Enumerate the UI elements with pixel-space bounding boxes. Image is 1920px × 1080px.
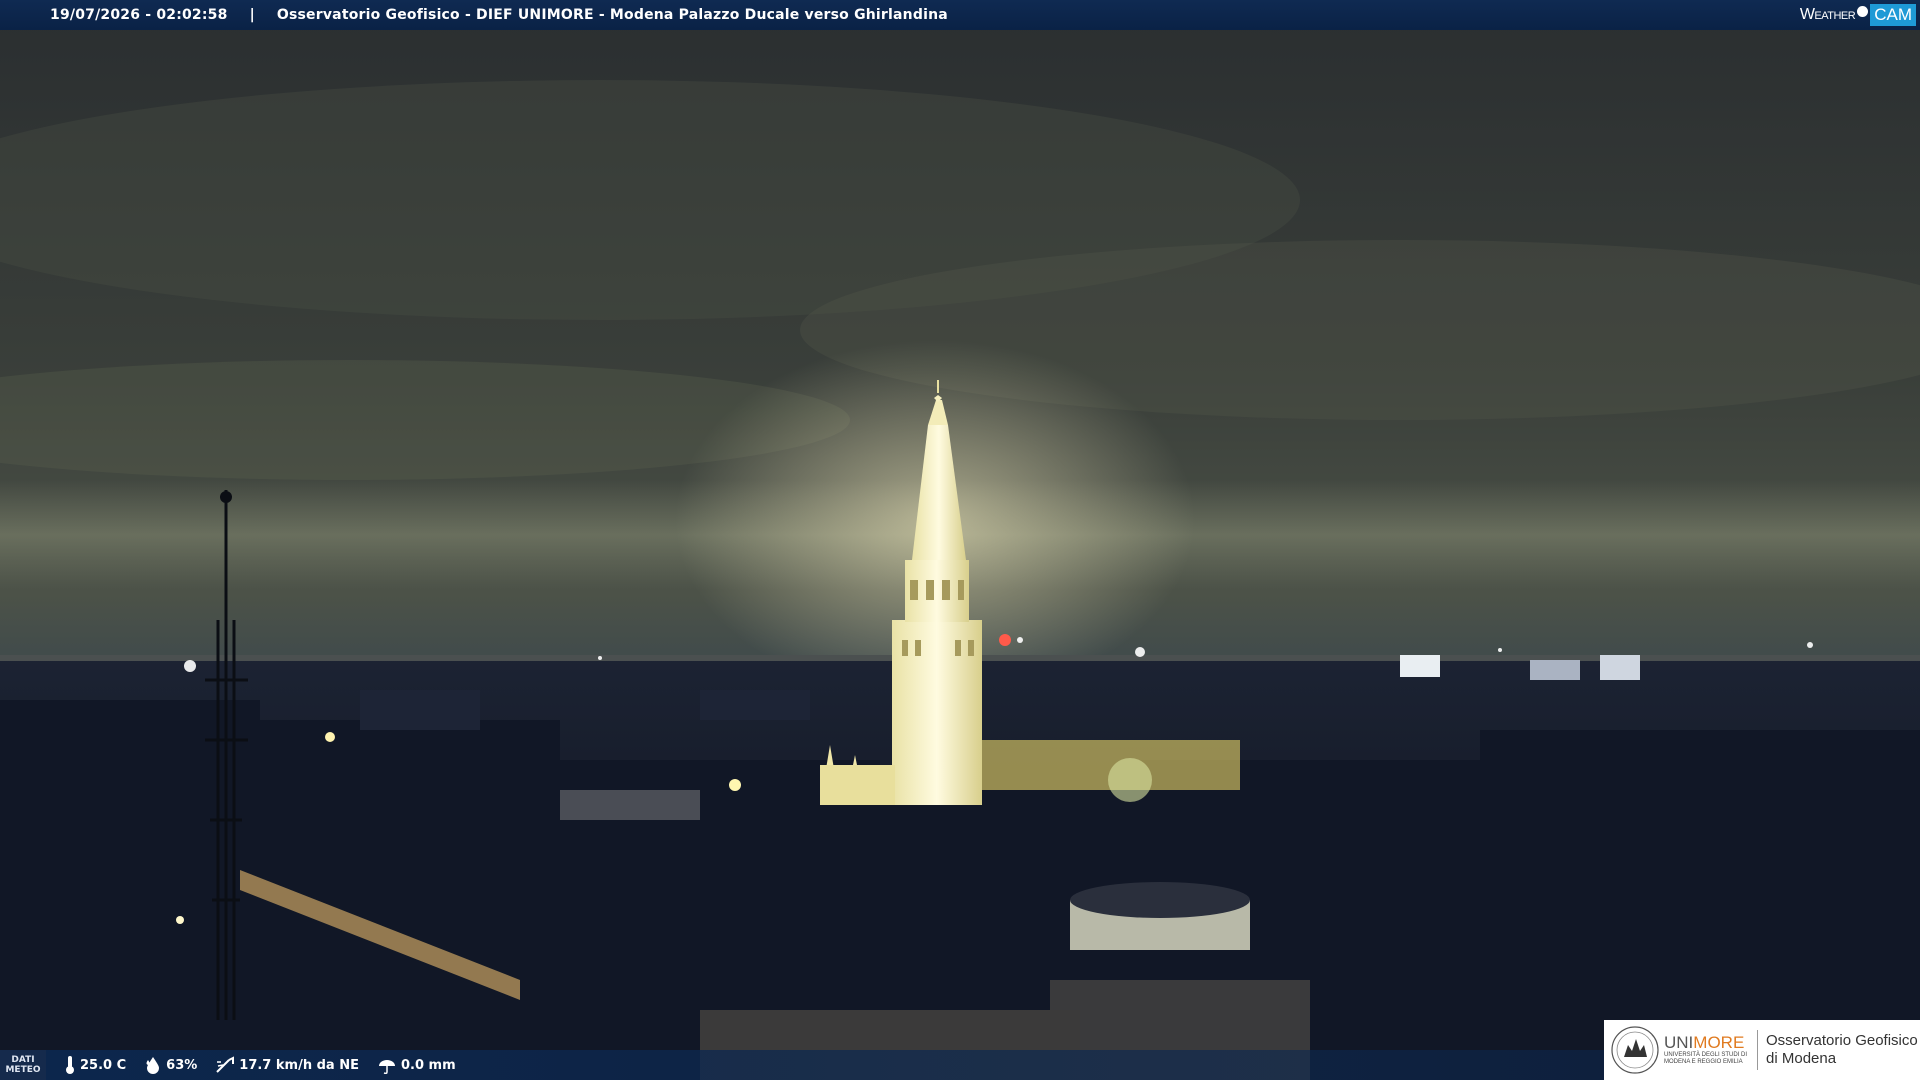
divider [1757,1030,1759,1070]
rain-reading: 0.0 mm [377,1056,456,1074]
rain-gauge-icon [378,1060,395,1074]
temperature-reading: 25.0 C [64,1055,126,1075]
logo-cam-text: CAM [1870,4,1916,26]
wind-reading: 17.7 km/h da NE [215,1056,359,1074]
camera-title: Osservatorio Geofisico - DIEF UNIMORE - … [276,7,948,23]
unimore-wordmark: UNIMORE UNIVERSITÀ DEGLI STUDI DI MODENA… [1664,1033,1748,1066]
webcam-image [0,0,1920,1080]
weathercam-logo: Weather CAM [1800,3,1916,27]
webcam-view: 19/07/2026 - 02:02:58 | Osservatorio Geo… [0,0,1920,1080]
dati-meteo-label: DATI METEO [0,1050,46,1080]
top-bar: 19/07/2026 - 02:02:58 | Osservatorio Geo… [0,0,1920,30]
timestamp: 19/07/2026 - 02:02:58 [50,7,228,23]
logo-weather-text: Weather [1799,6,1856,23]
weather-data-bar: DATI METEO 25.0 C 63% 17.7 km/h da NE 0.… [0,1050,1604,1080]
separator: | [249,7,255,23]
humidity-reading: 63% [144,1056,197,1074]
humidity-drop-icon [146,1057,160,1074]
unimore-crest-icon [1611,1026,1659,1074]
logo-dot-icon [1857,5,1869,17]
observatory-name: Osservatorio Geofisico di Modena [1766,1032,1918,1067]
wind-icon [216,1056,235,1073]
thermometer-icon [66,1056,74,1074]
institution-logo: UNIMORE UNIVERSITÀ DEGLI STUDI DI MODENA… [1604,1020,1920,1080]
